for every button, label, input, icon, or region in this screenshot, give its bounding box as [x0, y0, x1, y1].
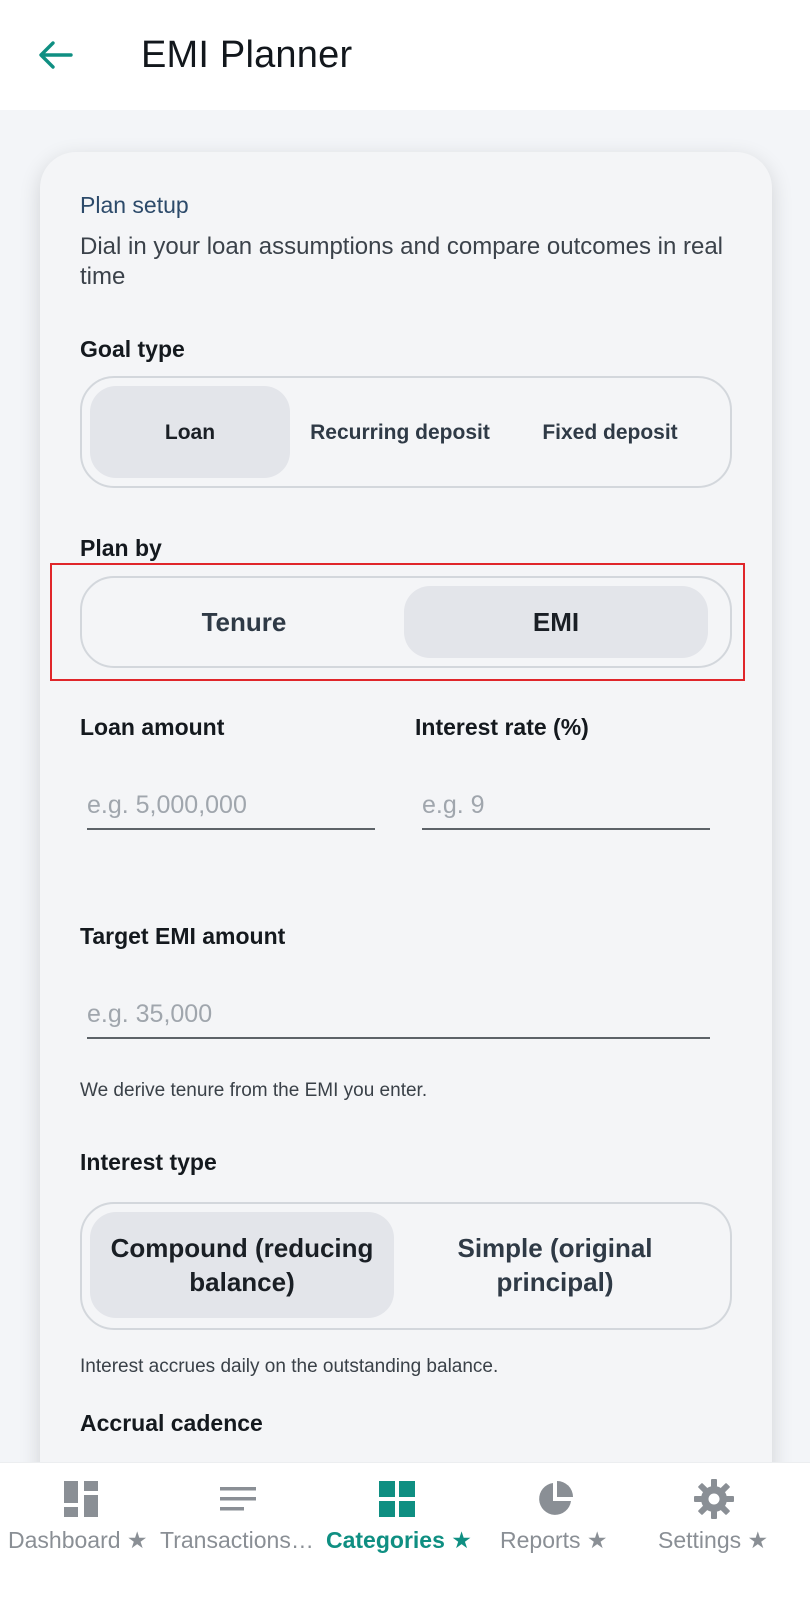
- interest-type-compound-option[interactable]: Compound (reducing balance): [90, 1212, 394, 1318]
- interest-rate-input[interactable]: [422, 782, 710, 830]
- goal-type-label: Goal type: [80, 336, 185, 362]
- nav-item-reports[interactable]: Reports ★: [480, 1463, 640, 1599]
- target-emi-help-text: We derive tenure from the EMI you enter.: [80, 1080, 428, 1101]
- arrow-left-icon: [39, 41, 73, 69]
- nav-item-categories[interactable]: Categories ★: [320, 1463, 480, 1599]
- interest-type-segmented: Compound (reducing balance) Simple (orig…: [80, 1202, 732, 1330]
- interest-type-label: Interest type: [80, 1149, 217, 1175]
- goal-type-fixed-deposit-option[interactable]: Fixed deposit: [510, 386, 710, 478]
- section-description: Dial in your loan assumptions and compar…: [80, 233, 723, 290]
- nav-label-categories: Categories ★: [326, 1527, 472, 1553]
- nav-label-transactions: Transactions…: [160, 1527, 314, 1553]
- loan-amount-input[interactable]: [87, 782, 375, 830]
- target-emi-label: Target EMI amount: [80, 923, 286, 949]
- accrual-cadence-label: Accrual cadence: [80, 1410, 263, 1436]
- app-bar: EMI Planner: [0, 0, 810, 110]
- nav-label-settings: Settings ★: [658, 1527, 769, 1553]
- plan-by-highlight: [50, 563, 745, 681]
- interest-type-help-text: Interest accrues daily on the outstandin…: [80, 1356, 499, 1377]
- target-emi-input[interactable]: [87, 991, 710, 1039]
- interest-type-simple-option[interactable]: Simple (original principal): [400, 1212, 710, 1318]
- plan-by-label: Plan by: [80, 535, 162, 561]
- nav-label-reports: Reports ★: [500, 1527, 608, 1553]
- plan-setup-card: Plan setup Dial in your loan assumptions…: [40, 152, 772, 1552]
- goal-type-segmented: Loan Recurring deposit Fixed deposit: [80, 376, 732, 488]
- pie-chart-icon: [539, 1481, 573, 1515]
- gear-icon: [694, 1479, 734, 1519]
- nav-item-transactions[interactable]: Transactions…: [158, 1463, 320, 1599]
- back-button[interactable]: [30, 30, 80, 80]
- bottom-navigation: Dashboard ★ Transactions… Categories ★ R…: [0, 1462, 810, 1599]
- nav-item-dashboard[interactable]: Dashboard ★: [0, 1463, 158, 1599]
- loan-amount-label: Loan amount: [80, 714, 225, 740]
- dashboard-icon: [64, 1481, 98, 1517]
- section-label: Plan setup: [80, 192, 189, 218]
- page-title: EMI Planner: [141, 34, 353, 76]
- goal-type-recurring-deposit-option[interactable]: Recurring deposit: [300, 386, 500, 478]
- list-icon: [220, 1487, 256, 1511]
- goal-type-loan-option[interactable]: Loan: [90, 386, 290, 478]
- grid-icon: [379, 1481, 415, 1517]
- interest-rate-label: Interest rate (%): [415, 714, 589, 740]
- nav-label-dashboard: Dashboard ★: [8, 1527, 148, 1553]
- nav-item-settings[interactable]: Settings ★: [640, 1463, 810, 1599]
